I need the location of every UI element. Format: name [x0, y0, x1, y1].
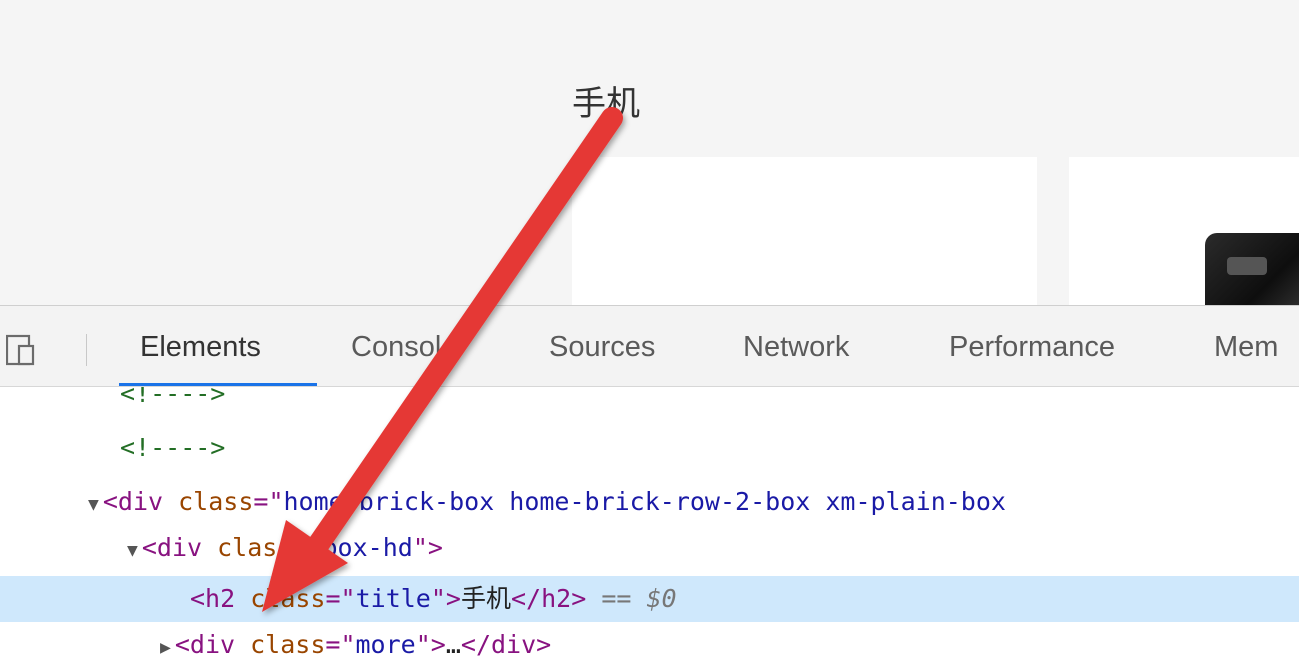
- devtools-toolbar: Elements Console Sources Network Perform…: [0, 305, 1299, 387]
- attr-value: home-brick-box home-brick-row-2-box xm-p…: [283, 487, 1006, 516]
- console-ref: == $0: [601, 584, 677, 613]
- attr-name: class: [178, 487, 254, 516]
- attr-eq: =": [292, 533, 323, 562]
- device-toolbar-icon[interactable]: [6, 334, 36, 366]
- devtools-panel: Elements Console Sources Network Perform…: [0, 305, 1299, 666]
- tab-memory[interactable]: Mem: [1214, 331, 1278, 364]
- toolbar-divider: [86, 334, 87, 366]
- active-tab-indicator: [119, 383, 317, 386]
- product-image: [1205, 233, 1299, 305]
- tag-name: <h2: [190, 584, 236, 613]
- tag-name: <div: [174, 630, 236, 659]
- attr-name: class: [217, 533, 293, 562]
- collapse-triangle-icon[interactable]: ▶: [160, 637, 171, 658]
- comment-text: <!---->: [120, 433, 226, 462]
- attr-value: box-hd: [322, 533, 413, 562]
- comment-text: <!---->: [120, 387, 226, 408]
- tag-end: </div>: [460, 630, 552, 659]
- tag-close: ">: [415, 630, 446, 659]
- attr-name: class: [250, 584, 326, 613]
- dom-node-h2-selected[interactable]: <h2 class="title">手机</h2> == $0: [0, 576, 1299, 622]
- dom-node-div[interactable]: ▼ <div class="home-brick-box home-brick-r…: [0, 481, 1299, 522]
- node-text: 手机: [460, 584, 511, 613]
- tag-close: ">: [430, 584, 461, 613]
- tab-performance[interactable]: Performance: [949, 331, 1115, 364]
- attr-value: title: [355, 584, 431, 613]
- tab-network[interactable]: Network: [743, 331, 849, 364]
- dom-node-comment[interactable]: <!---->: [0, 427, 1299, 468]
- tab-sources[interactable]: Sources: [549, 331, 655, 364]
- attr-eq: =": [325, 630, 356, 659]
- dom-node-div[interactable]: ▼ <div class="box-hd">: [0, 527, 1299, 568]
- attr-eq: =": [325, 584, 356, 613]
- attr-value: more: [355, 630, 416, 659]
- tab-console[interactable]: Console: [351, 331, 457, 364]
- dom-node-comment[interactable]: <!---->: [0, 387, 1299, 414]
- expand-triangle-icon[interactable]: ▼: [127, 540, 138, 561]
- tag-close: ">: [412, 533, 443, 562]
- tag-name: <div: [141, 533, 203, 562]
- tag-name: <div: [102, 487, 164, 516]
- attr-eq: =": [253, 487, 284, 516]
- page-heading: 手机: [572, 84, 640, 124]
- tab-elements[interactable]: Elements: [140, 331, 261, 364]
- dom-node-div[interactable]: ▶ <div class="more">…</div>: [0, 624, 1299, 665]
- attr-name: class: [250, 630, 326, 659]
- tag-end: </h2>: [510, 584, 587, 613]
- product-card[interactable]: [572, 157, 1037, 305]
- collapsed-ellipsis: …: [445, 630, 461, 659]
- webpage-viewport: 手机: [0, 0, 1299, 305]
- elements-dom-tree: <!----> <!----> ▼ <div class="home-brick-…: [0, 387, 1299, 666]
- expand-triangle-icon[interactable]: ▼: [88, 494, 99, 515]
